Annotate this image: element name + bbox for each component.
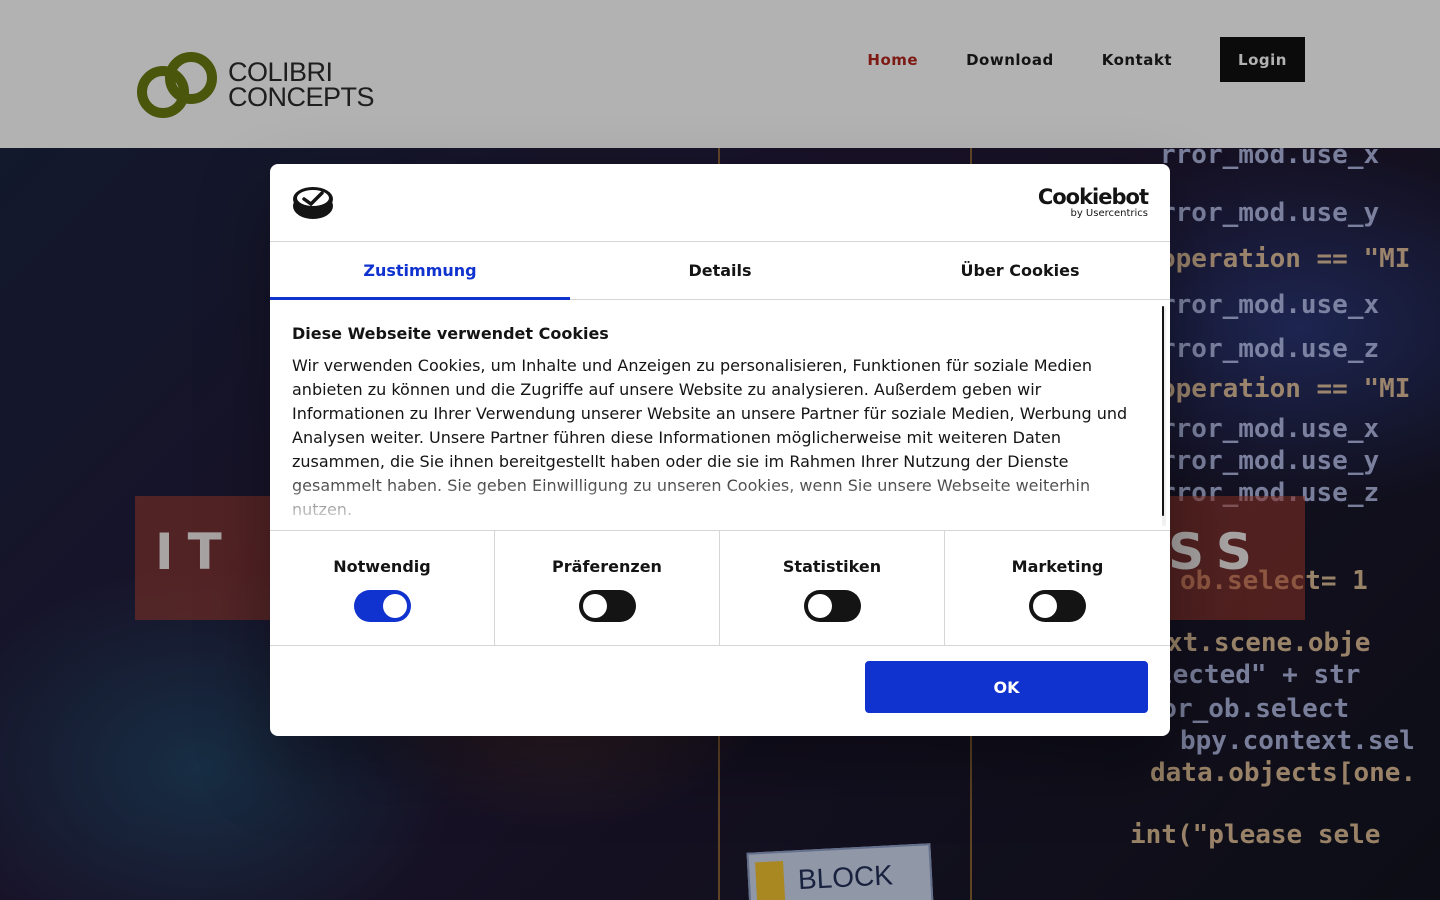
scrollbar-thumb[interactable]: [1162, 306, 1164, 516]
toggle-notwendig: Notwendig: [270, 531, 495, 645]
toggle-label: Notwendig: [333, 557, 431, 576]
cookie-shield-icon: [293, 187, 333, 219]
switch-knob: [383, 594, 407, 618]
toggle-marketing: Marketing: [945, 531, 1170, 645]
switch-knob: [808, 594, 832, 618]
statistiken-switch[interactable]: [804, 590, 861, 622]
content-fade: [270, 470, 1160, 530]
switch-knob: [583, 594, 607, 618]
ok-button[interactable]: OK: [865, 661, 1148, 713]
brand-name: Cookiebot: [1037, 185, 1149, 209]
praeferenzen-switch[interactable]: [579, 590, 636, 622]
switch-knob: [1033, 594, 1057, 618]
tab-details[interactable]: Details: [570, 242, 870, 299]
notwendig-switch[interactable]: [354, 590, 411, 622]
tab-ueber-cookies[interactable]: Über Cookies: [870, 242, 1170, 299]
cookiebot-logo[interactable]: Cookiebot by Usercentrics: [1037, 185, 1149, 220]
toggle-label: Präferenzen: [552, 557, 662, 576]
toggle-label: Marketing: [1011, 557, 1104, 576]
cookie-consent-dialog: Cookiebot by Usercentrics Zustimmung Det…: [270, 164, 1170, 736]
consent-content: Diese Webseite verwendet Cookies Wir ver…: [270, 300, 1170, 531]
dialog-tabs: Zustimmung Details Über Cookies: [270, 242, 1170, 300]
dialog-header: Cookiebot by Usercentrics: [270, 164, 1170, 242]
consent-title: Diese Webseite verwendet Cookies: [292, 324, 609, 343]
toggle-label: Statistiken: [782, 557, 882, 576]
toggle-praeferenzen: Präferenzen: [495, 531, 720, 645]
brand-sub: by Usercentrics: [1070, 208, 1148, 219]
toggle-statistiken: Statistiken: [720, 531, 945, 645]
tab-zustimmung[interactable]: Zustimmung: [270, 242, 570, 300]
marketing-switch[interactable]: [1029, 590, 1086, 622]
consent-toggles: Notwendig Präferenzen Statistiken Market…: [270, 531, 1170, 646]
